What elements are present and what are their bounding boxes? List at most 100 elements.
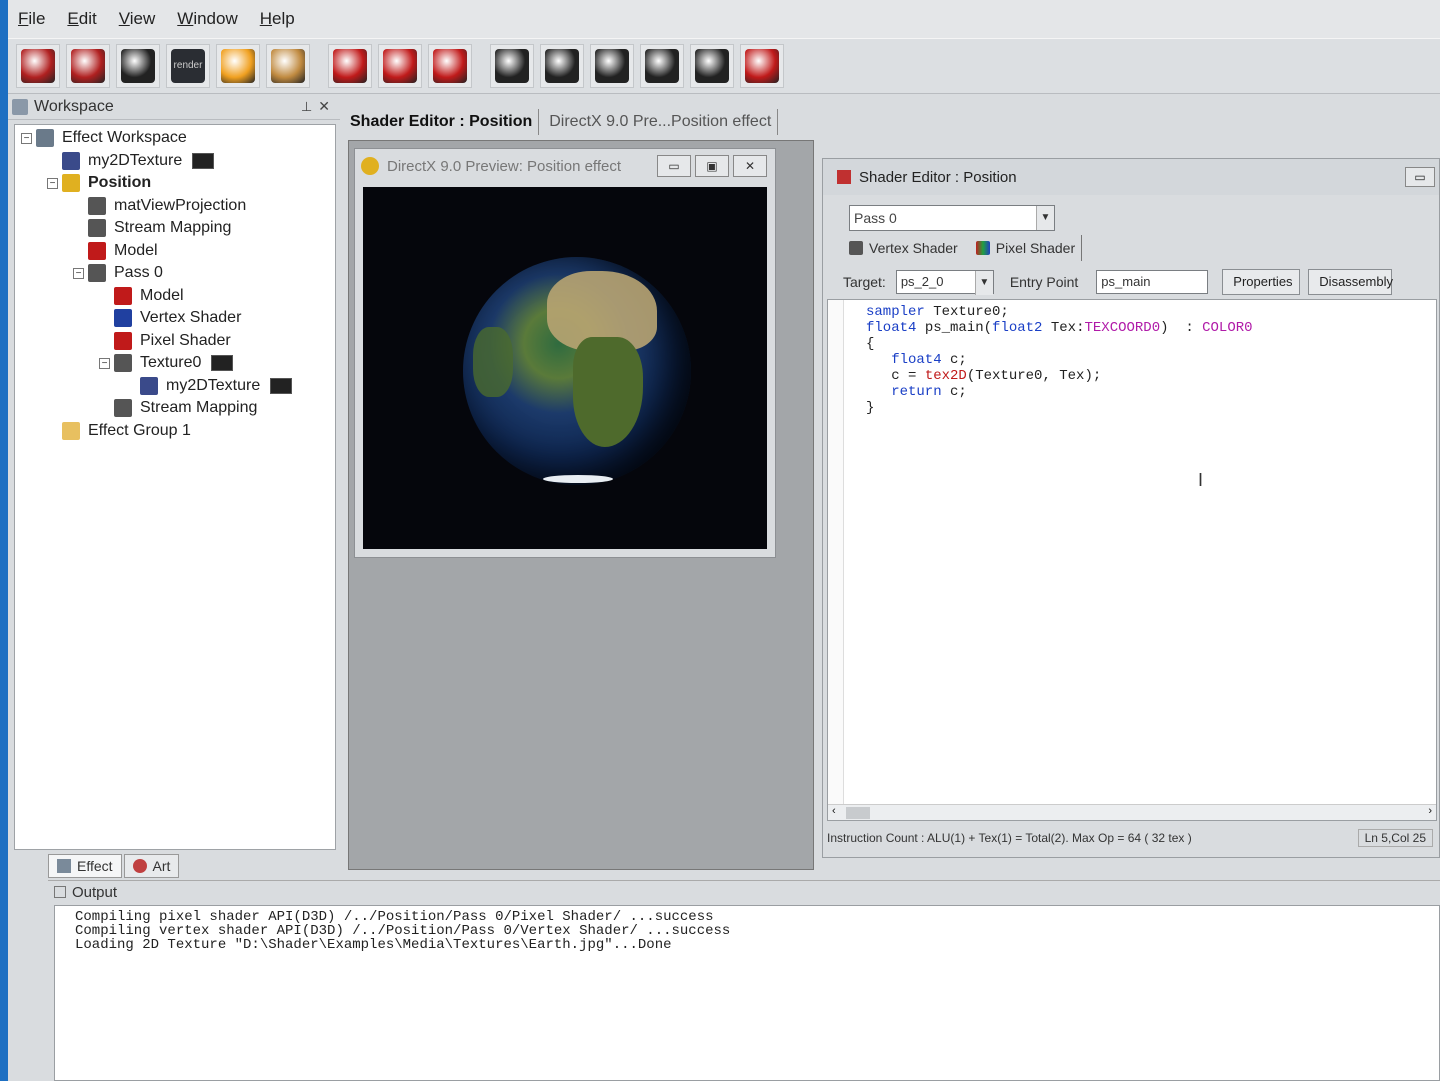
entry-point-input[interactable]: ps_main xyxy=(1096,270,1209,294)
menu-window[interactable]: Window xyxy=(177,9,237,29)
tree-node[interactable]: − Texture0 xyxy=(15,352,335,375)
chevron-down-icon[interactable]: ▼ xyxy=(974,271,993,295)
close-icon[interactable]: ✕ xyxy=(318,98,330,115)
close-icon[interactable]: ✕ xyxy=(733,155,767,177)
tree-node[interactable]: Vertex Shader xyxy=(15,307,335,330)
tree-node[interactable]: Stream Mapping xyxy=(15,397,335,420)
doc-tab-shader-editor[interactable]: Shader Editor : Position xyxy=(344,109,540,135)
open-effect-icon xyxy=(71,49,105,83)
pass-select[interactable]: Pass 0 ▼ xyxy=(849,205,1055,231)
pass-select-value: Pass 0 xyxy=(854,210,897,226)
disassembly-button[interactable]: Disassembly xyxy=(1308,269,1393,295)
code-token: return xyxy=(866,384,942,400)
toolbar-button[interactable] xyxy=(216,44,260,88)
tab-effect[interactable]: Effect xyxy=(48,854,122,878)
scrollbar-thumb[interactable] xyxy=(846,807,870,819)
shader-editor-title-bar[interactable]: Shader Editor : Position ▭ xyxy=(823,159,1439,195)
code-token: Texture0; xyxy=(924,304,1009,320)
tab-pixel-shader[interactable]: Pixel Shader xyxy=(975,235,1083,261)
menu-edit[interactable]: Edit xyxy=(67,9,96,29)
pin-icon[interactable]: ⊥ xyxy=(301,99,312,115)
tree-expander-icon[interactable]: − xyxy=(99,357,110,369)
code-token: TEXCOORD0 xyxy=(1084,320,1161,336)
tree-node[interactable]: Model xyxy=(15,240,335,263)
horizontal-scrollbar[interactable]: ‹ › xyxy=(828,804,1436,820)
output-log[interactable]: Compiling pixel shader API(D3D) /../Posi… xyxy=(54,905,1440,1081)
code-token: c; xyxy=(941,352,967,368)
shader-type-tabs: Vertex Shader Pixel Shader xyxy=(849,235,1083,261)
toolbar-button[interactable] xyxy=(428,44,472,88)
tree-node[interactable]: − Position xyxy=(15,172,335,195)
output-line: Compiling vertex shader API(D3D) /../Pos… xyxy=(75,923,731,939)
workspace-tree: − Effect Workspace my2DTexture − Position mat… xyxy=(14,124,336,850)
tree-node-label: matViewProjection xyxy=(114,196,247,214)
tree-node[interactable]: my2DTexture xyxy=(15,375,335,398)
land-mass xyxy=(573,337,643,447)
tree-node-label: Vertex Shader xyxy=(140,309,242,327)
tree-node[interactable]: Stream Mapping xyxy=(15,217,335,240)
properties-button[interactable]: Properties xyxy=(1222,269,1301,295)
camera-icon xyxy=(545,49,579,83)
camera-icon xyxy=(595,49,629,83)
tree-node[interactable]: matViewProjection xyxy=(15,195,335,218)
stream-mapping-icon xyxy=(88,219,106,238)
workspace-tabs: Effect Art xyxy=(48,854,180,878)
tree-node[interactable]: Pixel Shader xyxy=(15,330,335,353)
tree-node-label: Stream Mapping xyxy=(140,399,258,417)
preview-title-bar[interactable]: DirectX 9.0 Preview: Position effect ▭ ▣… xyxy=(355,149,775,183)
tree-node[interactable]: Model xyxy=(15,285,335,308)
texture-thumbnail xyxy=(270,377,293,394)
toolbar-button[interactable] xyxy=(66,44,110,88)
minimize-icon[interactable]: ▭ xyxy=(657,155,691,177)
menu-help[interactable]: Help xyxy=(260,9,295,29)
code-text[interactable]: sampler Texture0; float4 ps_main(float2 … xyxy=(866,304,1253,416)
tree-node-label: Effect Group 1 xyxy=(88,421,191,439)
toolbar-button[interactable] xyxy=(540,44,584,88)
tab-art[interactable]: Art xyxy=(123,854,180,878)
code-editor[interactable]: sampler Texture0; float4 ps_main(float2 … xyxy=(827,299,1437,821)
tree-node-label: Pass 0 xyxy=(114,264,163,282)
shader-editor-window: Shader Editor : Position ▭ Pass 0 ▼ Vert… xyxy=(822,158,1440,858)
target-select[interactable]: ps_2_0 ▼ xyxy=(895,270,994,295)
workspace-panel: Workspace ⊥ ✕ − Effect Workspace my2DTextu… xyxy=(8,94,340,880)
scroll-right-icon[interactable]: › xyxy=(1428,805,1432,817)
vertex-shader-icon xyxy=(114,309,132,328)
tree-node-label: my2DTexture xyxy=(88,151,183,169)
preview-render-canvas[interactable] xyxy=(363,187,767,549)
tree-expander-icon[interactable]: − xyxy=(21,132,32,144)
toolbar-button[interactable] xyxy=(490,44,534,88)
toolbar-button[interactable] xyxy=(16,44,60,88)
toolbar-button[interactable] xyxy=(328,44,372,88)
toolbar-button[interactable] xyxy=(116,44,160,88)
toolbar-button[interactable] xyxy=(378,44,422,88)
toolbar-button[interactable] xyxy=(740,44,784,88)
texture-thumbnail xyxy=(192,152,215,169)
toolbar-button[interactable] xyxy=(690,44,734,88)
toolbar-button[interactable]: render xyxy=(166,44,210,88)
tree-expander-icon[interactable]: − xyxy=(73,267,84,279)
entry-point-value: ps_main xyxy=(1101,274,1151,289)
workspace-icon xyxy=(36,129,54,148)
menu-view[interactable]: View xyxy=(119,9,156,29)
toolbar-button[interactable] xyxy=(266,44,310,88)
tree-node[interactable]: − Effect Workspace xyxy=(15,127,335,150)
menu-file[interactable]: File xyxy=(18,9,45,29)
ice-cap xyxy=(543,475,613,483)
tree-node[interactable]: Effect Group 1 xyxy=(15,420,335,443)
maximize-icon[interactable]: ▣ xyxy=(695,155,729,177)
tab-vertex-shader[interactable]: Vertex Shader xyxy=(849,235,964,261)
toolbar-button[interactable] xyxy=(590,44,634,88)
tree-expander-icon[interactable]: − xyxy=(47,177,58,189)
target-label: Target: xyxy=(843,274,886,290)
minimize-icon[interactable]: ▭ xyxy=(1405,167,1435,187)
collapse-icon[interactable] xyxy=(54,886,66,898)
doc-tab-preview[interactable]: DirectX 9.0 Pre...Position effect xyxy=(543,109,779,135)
toolbar-button[interactable] xyxy=(640,44,684,88)
scroll-left-icon[interactable]: ‹ xyxy=(832,805,836,817)
chevron-down-icon[interactable]: ▼ xyxy=(1036,206,1054,230)
texture-icon xyxy=(140,376,158,395)
tree-node[interactable]: my2DTexture xyxy=(15,150,335,173)
tree-node[interactable]: − Pass 0 xyxy=(15,262,335,285)
workspace-title-bar: Workspace ⊥ ✕ xyxy=(8,94,340,120)
app-window: File Edit View Window Help render Worksp… xyxy=(8,0,1440,1081)
